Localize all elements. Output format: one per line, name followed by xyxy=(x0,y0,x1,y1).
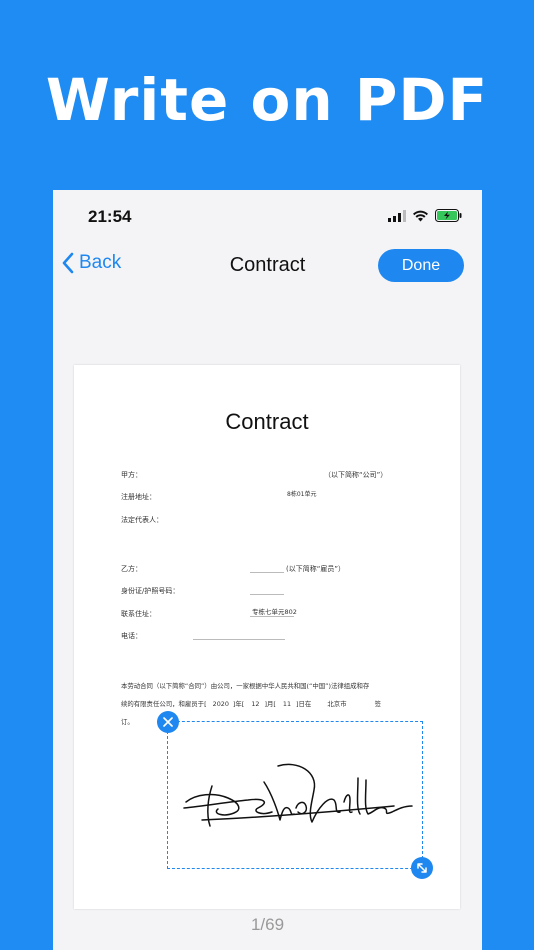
resize-arrows-icon xyxy=(417,863,427,873)
party-b-note: (以下简称“雇员”） xyxy=(286,565,345,573)
done-button[interactable]: Done xyxy=(378,249,464,282)
paragraph-month-suffix: ]月[ xyxy=(264,700,276,708)
paragraph-city: 北京市 xyxy=(327,700,347,708)
paragraph-line-2: 续的有限责任公司，和雇员于[ 2020]年[ 12 ]月[ 11 ]日在 北京市 签 xyxy=(121,699,381,708)
paragraph-line-3: 订。 xyxy=(121,718,134,726)
phone-underline xyxy=(193,639,285,640)
paragraph-line-1: 本劳动合同（以下简称“合同”）由公司，一家根据中华人民共和国(“中国”)法律组成… xyxy=(121,682,370,690)
party-a-note: （以下简称“公司”） xyxy=(324,471,388,479)
pdf-page[interactable]: Contract 甲方： （以下简称“公司”） 注册地址： 8栋01单元 法定代… xyxy=(74,365,460,909)
id-label: 身份证/护照号码： xyxy=(121,587,180,595)
registered-address-label: 注册地址： xyxy=(121,493,156,501)
status-bar: 21:54 xyxy=(53,190,482,240)
paragraph-day: 11 xyxy=(282,700,292,708)
page-indicator: 1/69 xyxy=(250,915,285,934)
contact-address-value: 专栋七单元802 xyxy=(252,608,297,616)
registered-address-value: 8栋01单元 xyxy=(287,491,317,498)
paragraph-signed: 签 xyxy=(374,700,381,708)
contact-address-underline xyxy=(250,616,294,617)
signature-box[interactable] xyxy=(157,711,433,879)
status-time: 21:54 xyxy=(88,207,132,226)
paragraph-line-2-start: 续的有限责任公司，和雇员于[ xyxy=(121,700,207,708)
headline: Write on PDF xyxy=(45,66,489,134)
resize-signature-handle[interactable] xyxy=(411,857,433,879)
phone-screen: 21:54 Back Contract Done Contract 甲方： （以… xyxy=(53,190,482,950)
legal-rep-label: 法定代表人： xyxy=(121,516,163,524)
paragraph-year: 2020 xyxy=(212,700,229,708)
battery-icon xyxy=(435,209,462,222)
id-underline xyxy=(250,594,284,595)
party-a-label: 甲方： xyxy=(121,471,142,479)
paragraph-year-suffix: ]年[ xyxy=(232,700,245,708)
contact-address-label: 联系住址： xyxy=(121,610,156,618)
party-b-label: 乙方： xyxy=(121,565,142,573)
party-b-underline xyxy=(250,572,284,573)
nav-bar: Back Contract Done xyxy=(53,244,482,288)
status-icons xyxy=(388,209,462,222)
signature-image xyxy=(183,763,413,827)
document-title: Contract xyxy=(225,409,309,434)
paragraph-day-suffix: ]日在 xyxy=(296,700,312,708)
paragraph-month: 12 xyxy=(251,700,260,708)
signal-icon xyxy=(388,209,406,222)
phone-label: 电话： xyxy=(121,632,142,640)
close-icon xyxy=(163,717,173,727)
wifi-icon xyxy=(413,210,428,221)
delete-signature-button[interactable] xyxy=(157,711,179,733)
